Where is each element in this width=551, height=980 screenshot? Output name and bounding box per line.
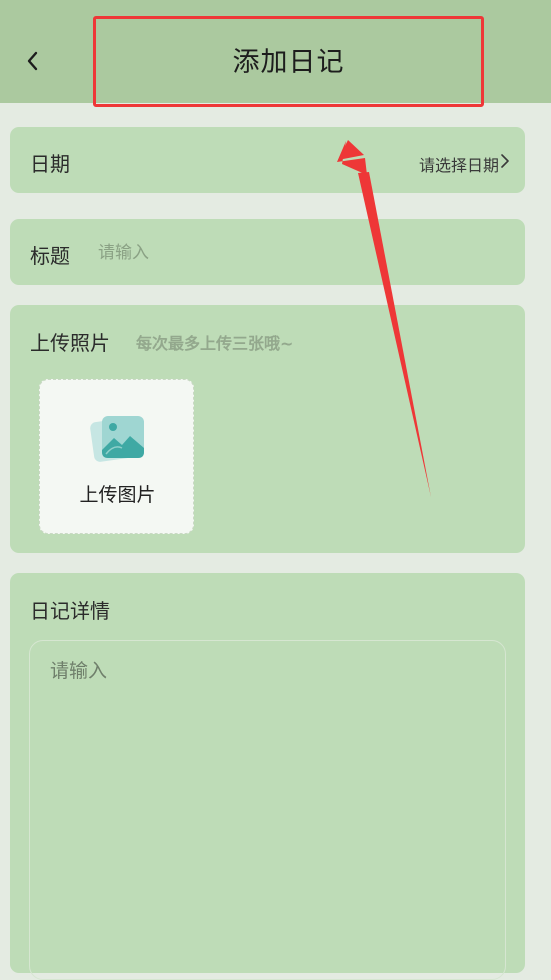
details-section: 日记详情 — [10, 573, 525, 980]
date-label: 日期 — [30, 152, 70, 176]
date-row[interactable]: 日期 请选择日期 — [10, 127, 525, 193]
date-value[interactable]: 请选择日期 — [419, 152, 499, 176]
photo-hint: 每次最多上传三张哦~ — [136, 334, 294, 353]
back-button[interactable] — [18, 45, 46, 77]
title-highlight-box — [93, 16, 484, 107]
image-icon — [90, 416, 144, 462]
title-row: 标题 — [10, 219, 525, 285]
details-textarea[interactable] — [29, 640, 506, 980]
chevron-right-icon — [501, 154, 509, 168]
photo-section: 上传照片 每次最多上传三张哦~ 上传图片 — [10, 305, 525, 553]
upload-image-label: 上传图片 — [79, 484, 156, 506]
details-label: 日记详情 — [30, 599, 110, 623]
chevron-left-icon — [27, 51, 38, 71]
title-input[interactable] — [98, 243, 498, 263]
title-label: 标题 — [30, 244, 70, 268]
photo-label: 上传照片 — [30, 331, 110, 355]
upload-image-button[interactable]: 上传图片 — [39, 379, 194, 534]
